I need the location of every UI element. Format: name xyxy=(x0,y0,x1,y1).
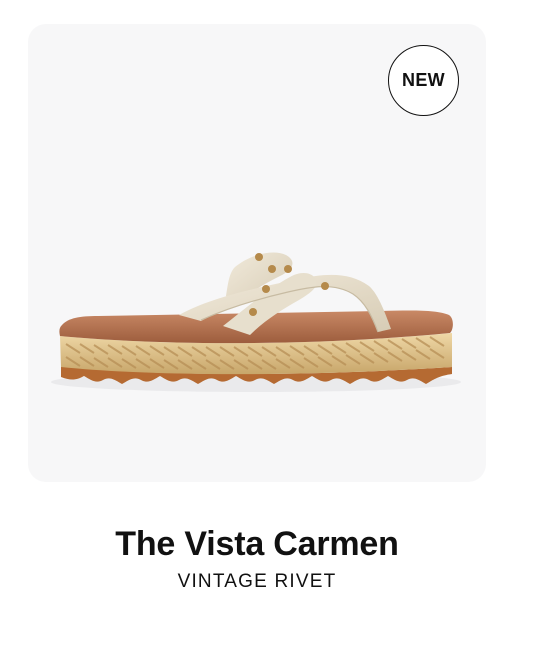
product-card[interactable]: NEW The Vista Carmen VINTAGE RIVET xyxy=(0,0,540,665)
product-image-frame[interactable]: NEW xyxy=(28,24,486,482)
product-title[interactable]: The Vista Carmen xyxy=(0,524,514,564)
product-variant: VINTAGE RIVET xyxy=(177,571,337,592)
rivet-icon xyxy=(249,308,257,316)
rivet-icon xyxy=(321,282,329,290)
rivet-icon xyxy=(262,285,270,293)
rivet-icon xyxy=(284,265,292,273)
rivet-icon xyxy=(255,253,263,261)
new-badge: NEW xyxy=(388,45,459,116)
rivet-icon xyxy=(268,265,276,273)
